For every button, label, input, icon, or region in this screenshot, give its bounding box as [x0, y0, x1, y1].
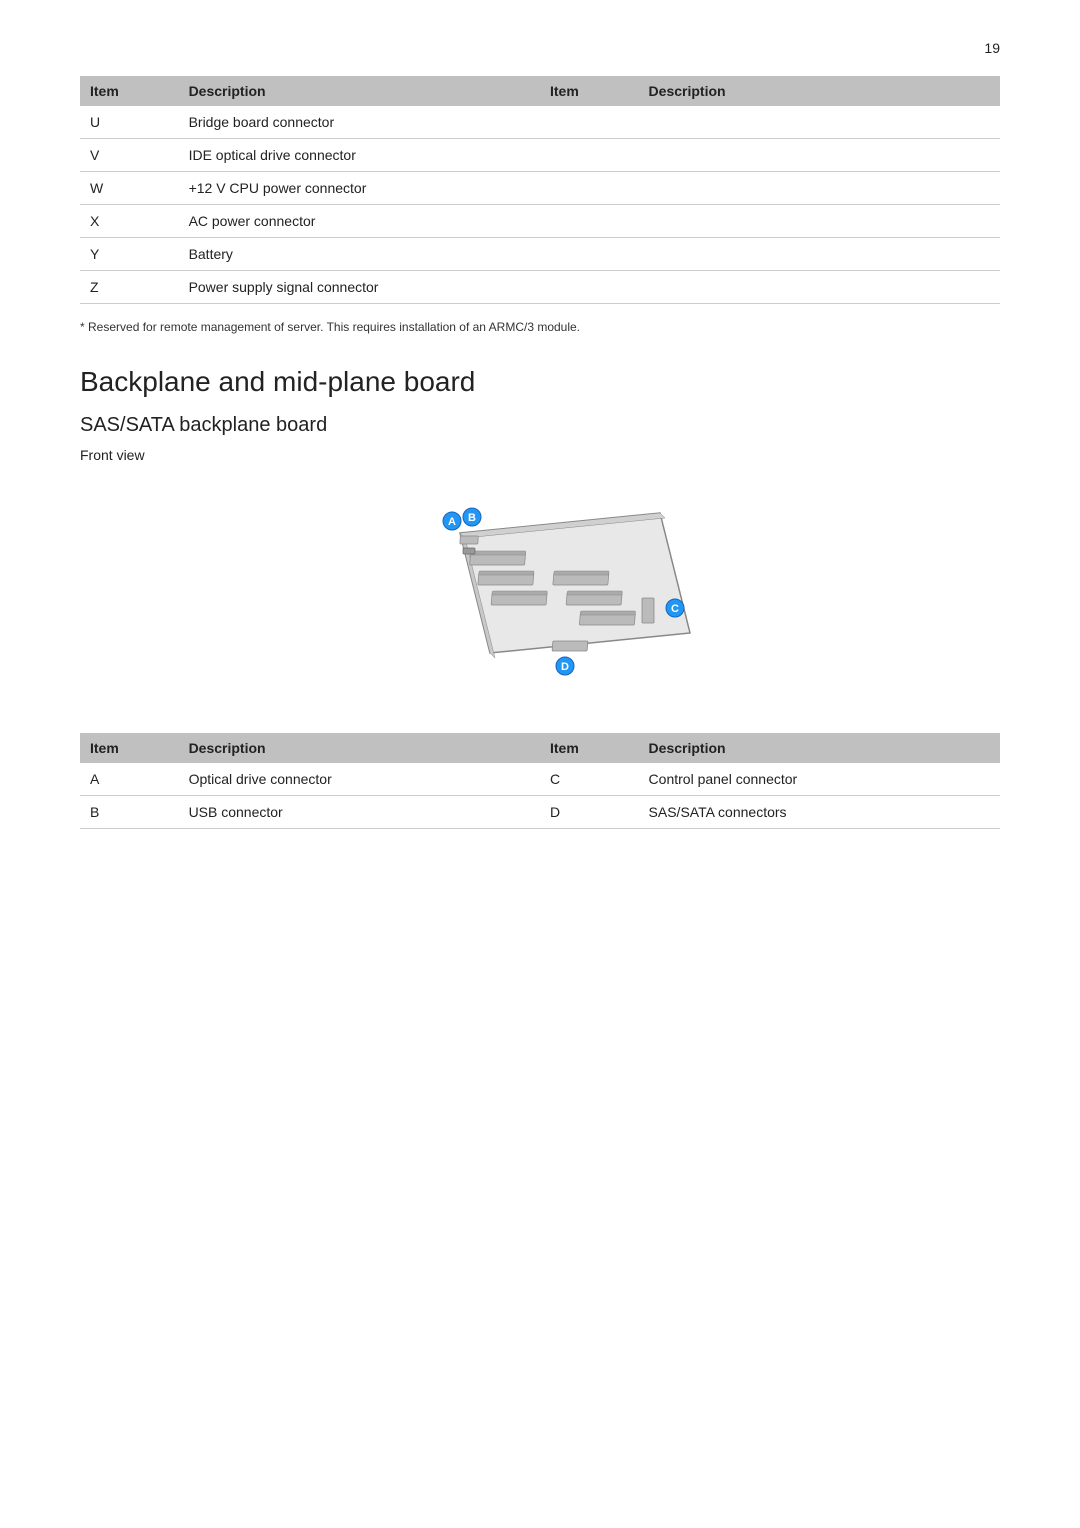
table-row: A Optical drive connector C Control pane… [80, 763, 1000, 796]
bottom-table-header-item1: Item [80, 733, 179, 763]
desc-b: USB connector [179, 796, 540, 829]
bottom-table-header-desc1: Description [179, 733, 540, 763]
item-u-2 [540, 106, 639, 139]
svg-text:B: B [468, 512, 476, 524]
item-v-2 [540, 139, 639, 172]
svg-text:D: D [561, 661, 569, 673]
item-a: A [80, 763, 179, 796]
desc-c: Control panel connector [639, 763, 1000, 796]
view-label: Front view [80, 447, 1000, 463]
table-row: U Bridge board connector [80, 106, 1000, 139]
desc-x-2 [639, 205, 1000, 238]
item-u: U [80, 106, 179, 139]
desc-w: +12 V CPU power connector [179, 172, 540, 205]
item-b: B [80, 796, 179, 829]
backplane-svg: A B C D [350, 483, 730, 703]
backplane-diagram: A B C D [80, 483, 1000, 703]
desc-a: Optical drive connector [179, 763, 540, 796]
svg-text:C: C [671, 603, 679, 615]
bottom-table-header-desc2: Description [639, 733, 1000, 763]
footnote-text: * Reserved for remote management of serv… [80, 318, 1000, 336]
item-d: D [540, 796, 639, 829]
desc-w-2 [639, 172, 1000, 205]
item-y-2 [540, 238, 639, 271]
item-x: X [80, 205, 179, 238]
subsection-title: SAS/SATA backplane board [80, 414, 1000, 437]
item-z: Z [80, 271, 179, 304]
table-row: Z Power supply signal connector [80, 271, 1000, 304]
top-table-header-item2: Item [540, 76, 639, 106]
section-title: Backplane and mid-plane board [80, 366, 1000, 398]
top-connector-table: Item Description Item Description U Brid… [80, 76, 1000, 304]
table-row: V IDE optical drive connector [80, 139, 1000, 172]
desc-z-2 [639, 271, 1000, 304]
desc-v-2 [639, 139, 1000, 172]
item-w: W [80, 172, 179, 205]
table-row: B USB connector D SAS/SATA connectors [80, 796, 1000, 829]
top-table-header-item1: Item [80, 76, 179, 106]
top-table-header-desc1: Description [179, 76, 540, 106]
item-w-2 [540, 172, 639, 205]
desc-y-2 [639, 238, 1000, 271]
top-table-header-desc2: Description [639, 76, 1000, 106]
desc-u: Bridge board connector [179, 106, 540, 139]
item-z-2 [540, 271, 639, 304]
desc-x: AC power connector [179, 205, 540, 238]
bottom-table-header-item2: Item [540, 733, 639, 763]
page-number: 19 [80, 40, 1000, 56]
item-x-2 [540, 205, 639, 238]
desc-u-2 [639, 106, 1000, 139]
table-row: W +12 V CPU power connector [80, 172, 1000, 205]
svg-text:A: A [448, 516, 456, 528]
bottom-connector-table: Item Description Item Description A Opti… [80, 733, 1000, 829]
desc-v: IDE optical drive connector [179, 139, 540, 172]
table-row: Y Battery [80, 238, 1000, 271]
item-v: V [80, 139, 179, 172]
desc-d: SAS/SATA connectors [639, 796, 1000, 829]
desc-y: Battery [179, 238, 540, 271]
item-y: Y [80, 238, 179, 271]
desc-z: Power supply signal connector [179, 271, 540, 304]
table-row: X AC power connector [80, 205, 1000, 238]
item-c: C [540, 763, 639, 796]
